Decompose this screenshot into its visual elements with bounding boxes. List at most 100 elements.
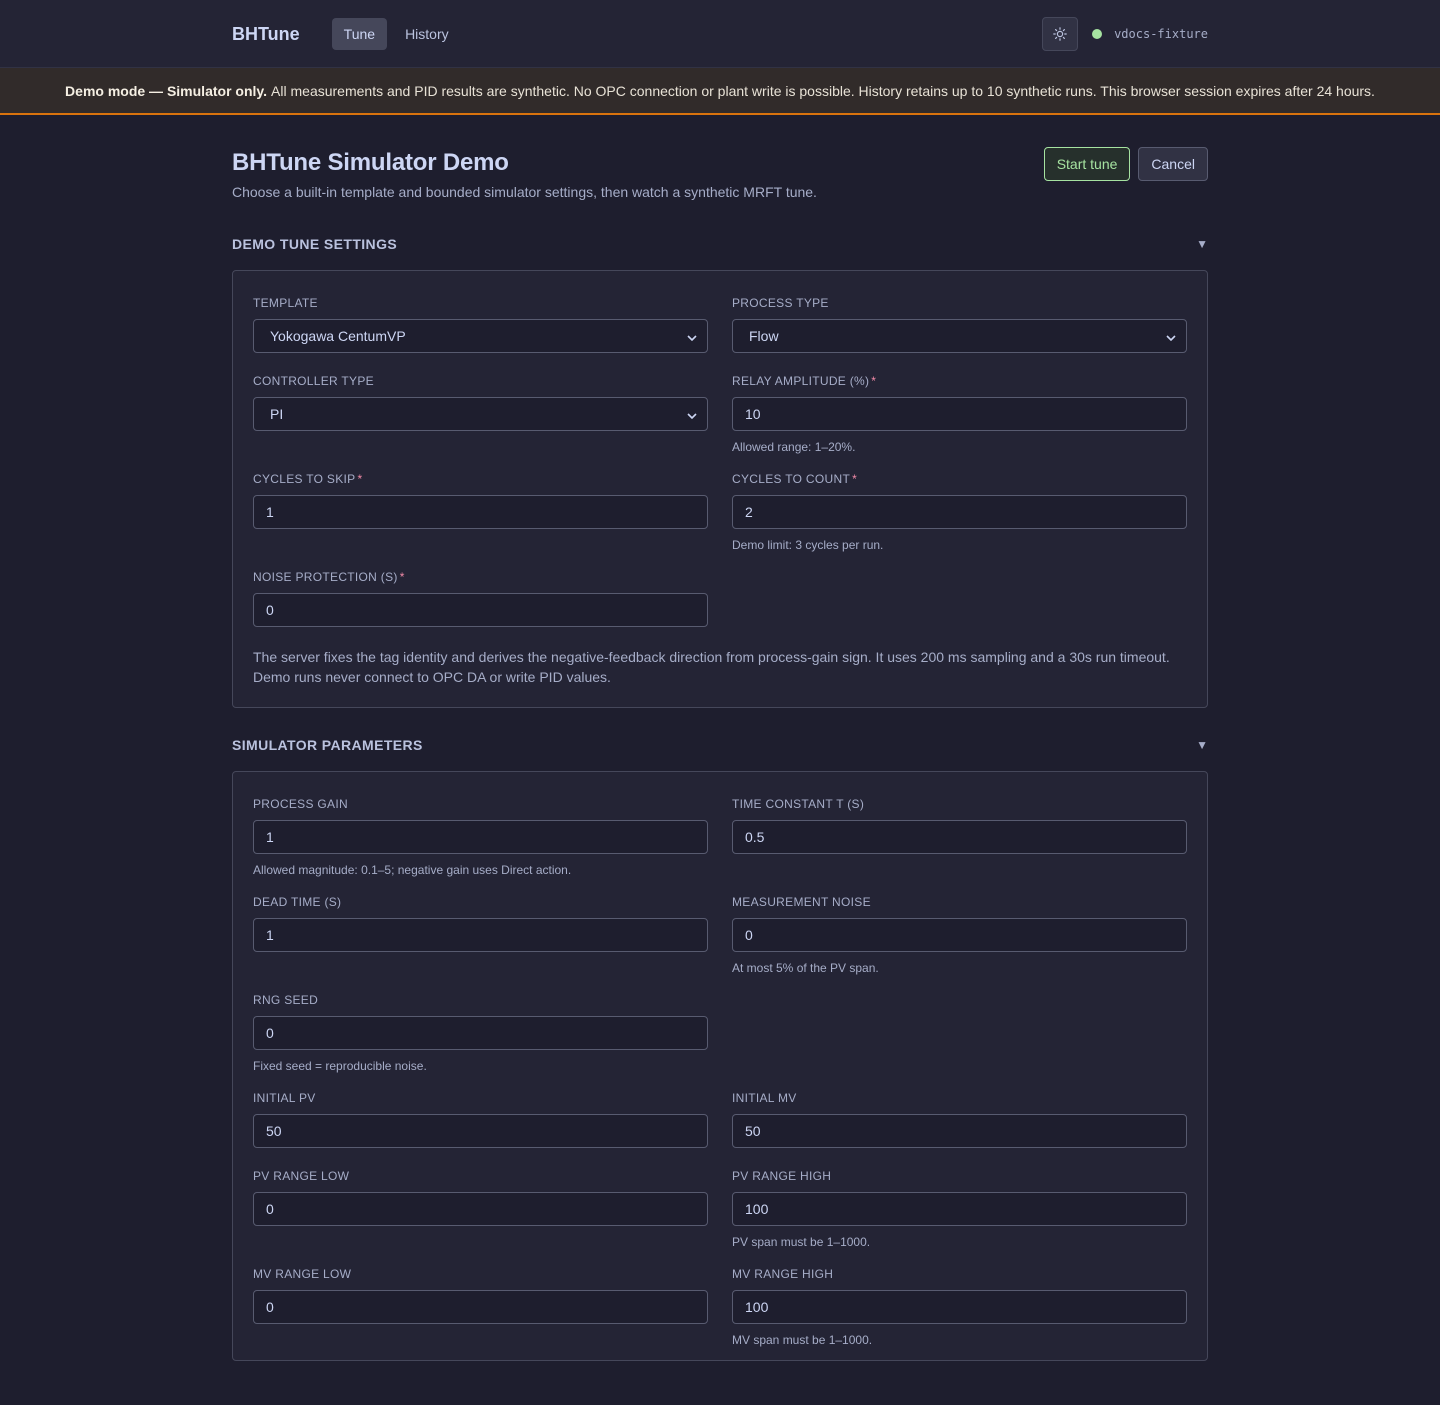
field-label: MEASUREMENT NOISE <box>732 895 871 909</box>
process-gain-input[interactable]: 1 <box>253 820 708 854</box>
banner-bold-text: Demo mode — Simulator only. <box>65 82 268 99</box>
field-label-text: NOISE PROTECTION (S) <box>253 570 398 584</box>
empty-cell <box>732 565 1187 643</box>
pv-range-low-input[interactable]: 0 <box>253 1192 708 1226</box>
mv-range-high-input[interactable]: 100 <box>732 1290 1187 1324</box>
mv-range-high-field: MV RANGE HIGH 100 MV span must be 1–1000… <box>732 1262 1187 1360</box>
field-label-text: RELAY AMPLITUDE (%) <box>732 374 870 388</box>
measurement-noise-input[interactable]: 0 <box>732 918 1187 952</box>
initial-mv-input[interactable]: 50 <box>732 1114 1187 1148</box>
field-hint: Demo limit: 3 cycles per run. <box>732 538 884 552</box>
simulator-parameters-panel: PROCESS GAIN 1 Allowed magnitude: 0.1–5;… <box>232 771 1208 1361</box>
initial-pv-input[interactable]: 50 <box>253 1114 708 1148</box>
pv-range-high-field: PV RANGE HIGH 100 PV span must be 1–1000… <box>732 1164 1187 1262</box>
controller-type-field: CONTROLLER TYPE PI <box>253 369 708 467</box>
sun-icon <box>1053 27 1067 41</box>
noise-protection-input[interactable]: 0 <box>253 593 708 627</box>
field-label: TEMPLATE <box>253 296 318 310</box>
field-label: TIME CONSTANT T (S) <box>732 797 865 811</box>
tab-tune[interactable]: Tune <box>331 18 388 50</box>
field-hint: At most 5% of the PV span. <box>732 961 879 975</box>
required-marker: * <box>852 472 858 486</box>
required-marker: * <box>357 472 363 486</box>
empty-cell <box>732 988 1187 1086</box>
required-marker: * <box>871 374 877 388</box>
relay-amplitude-input[interactable]: 10 <box>732 397 1187 431</box>
controller-type-select[interactable]: PI <box>253 397 708 431</box>
dead-time-input[interactable]: 1 <box>253 918 708 952</box>
cycles-to-skip-field: CYCLES TO SKIP * 1 <box>253 467 708 565</box>
demo-tune-settings-toggle[interactable]: DEMO TUNE SETTINGS ▼ <box>232 233 1208 255</box>
field-label-text: CYCLES TO COUNT <box>732 472 851 486</box>
time-constant-input[interactable]: 0.5 <box>732 820 1187 854</box>
settings-note: The server fixes the tag identity and de… <box>253 649 1170 685</box>
time-constant-field: TIME CONSTANT T (S) 0.5 <box>732 792 1187 890</box>
cycles-to-count-input[interactable]: 2 <box>732 495 1187 529</box>
main-content: BHTune Simulator Demo Choose a built-in … <box>232 115 1208 1361</box>
field-hint: Allowed magnitude: 0.1–5; negative gain … <box>253 863 572 877</box>
connection-status-dot <box>1092 29 1103 39</box>
noise-protection-field: NOISE PROTECTION (S) * 0 <box>253 565 708 643</box>
field-hint: PV span must be 1–1000. <box>732 1235 871 1249</box>
field-label: RELAY AMPLITUDE (%) * <box>732 375 1187 388</box>
process-gain-field: PROCESS GAIN 1 Allowed magnitude: 0.1–5;… <box>253 792 708 890</box>
page-header: BHTune Simulator Demo Choose a built-in … <box>232 147 1208 200</box>
page-title: BHTune Simulator Demo <box>232 149 509 176</box>
demo-mode-banner: Demo mode — Simulator only. All measurem… <box>0 68 1440 115</box>
field-label: MV RANGE LOW <box>253 1267 352 1281</box>
field-label: PROCESS GAIN <box>253 797 348 811</box>
pv-range-high-input[interactable]: 100 <box>732 1192 1187 1226</box>
mv-range-low-field: MV RANGE LOW 0 <box>253 1262 708 1360</box>
select-value: PI <box>270 406 284 422</box>
page-subtitle: Choose a built-in template and bounded s… <box>232 184 817 200</box>
theme-toggle-button[interactable] <box>1042 17 1079 51</box>
cycles-to-count-field: CYCLES TO COUNT * 2 Demo limit: 3 cycles … <box>732 467 1187 565</box>
demo-tune-settings-panel: TEMPLATE Yokogawa CentumVP PROCESS TYPE … <box>232 270 1208 708</box>
field-label: CONTROLLER TYPE <box>253 374 374 388</box>
field-label: INITIAL MV <box>732 1091 797 1105</box>
connection-status-label: vdocs-fixture <box>1114 27 1208 41</box>
select-value: Flow <box>749 328 779 344</box>
rng-seed-field: RNG SEED 0 Fixed seed = reproducible noi… <box>253 988 708 1086</box>
start-tune-button[interactable]: Start tune <box>1043 147 1131 181</box>
relay-amplitude-field: RELAY AMPLITUDE (%) * 10 Allowed range: 1… <box>732 369 1187 467</box>
field-label: PROCESS TYPE <box>732 296 829 310</box>
section-title: DEMO TUNE SETTINGS <box>232 236 398 252</box>
field-label: CYCLES TO SKIP * <box>253 473 708 486</box>
tab-history[interactable]: History <box>393 18 461 50</box>
caret-down-icon: ▼ <box>1196 738 1208 752</box>
process-type-field: PROCESS TYPE Flow <box>732 291 1187 369</box>
field-label: NOISE PROTECTION (S) * <box>253 571 708 584</box>
field-label: INITIAL PV <box>253 1091 316 1105</box>
section-title: SIMULATOR PARAMETERS <box>232 737 423 753</box>
field-label: DEAD TIME (S) <box>253 895 342 909</box>
mv-range-low-input[interactable]: 0 <box>253 1290 708 1324</box>
measurement-noise-field: MEASUREMENT NOISE 0 At most 5% of the PV… <box>732 890 1187 988</box>
required-marker: * <box>399 570 405 584</box>
chevron-down-icon <box>1166 328 1176 344</box>
process-type-select[interactable]: Flow <box>732 319 1187 353</box>
initial-mv-field: INITIAL MV 50 <box>732 1086 1187 1164</box>
initial-pv-field: INITIAL PV 50 <box>253 1086 708 1164</box>
brand-logo[interactable]: BHTune <box>232 24 300 45</box>
dead-time-field: DEAD TIME (S) 1 <box>253 890 708 988</box>
cycles-to-skip-input[interactable]: 1 <box>253 495 708 529</box>
field-label: PV RANGE HIGH <box>732 1169 832 1183</box>
rng-seed-input[interactable]: 0 <box>253 1016 708 1050</box>
field-label: PV RANGE LOW <box>253 1169 350 1183</box>
banner-text: All measurements and PID results are syn… <box>271 82 1375 99</box>
field-label-text: CYCLES TO SKIP <box>253 472 356 486</box>
field-label: RNG SEED <box>253 993 319 1007</box>
template-select[interactable]: Yokogawa CentumVP <box>253 319 708 353</box>
pv-range-low-field: PV RANGE LOW 0 <box>253 1164 708 1262</box>
caret-down-icon: ▼ <box>1196 237 1208 251</box>
field-label: MV RANGE HIGH <box>732 1267 834 1281</box>
chevron-down-icon <box>687 328 697 344</box>
field-hint: Allowed range: 1–20%. <box>732 440 856 454</box>
field-label: CYCLES TO COUNT * <box>732 473 1187 486</box>
top-navigation-bar: BHTune Tune History vdocs-fixture <box>0 0 1440 68</box>
simulator-parameters-toggle[interactable]: SIMULATOR PARAMETERS ▼ <box>232 734 1208 756</box>
chevron-down-icon <box>687 406 697 422</box>
template-field: TEMPLATE Yokogawa CentumVP <box>253 291 708 369</box>
cancel-button[interactable]: Cancel <box>1138 147 1208 181</box>
